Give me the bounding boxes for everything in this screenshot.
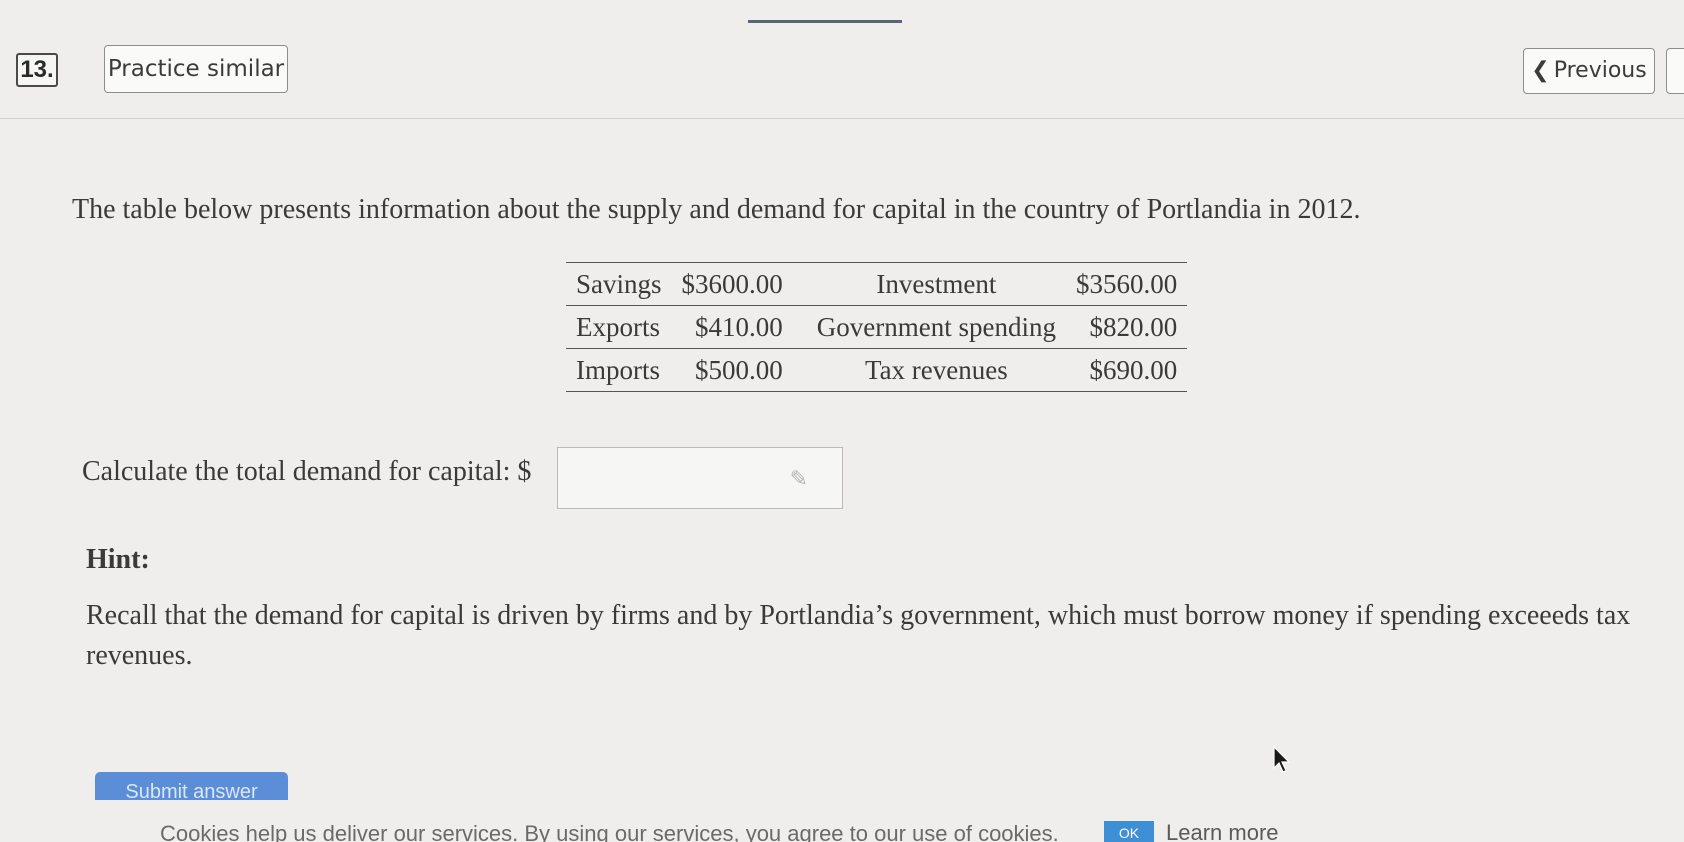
table-cell: $3560.00 [1075,268,1178,299]
top-divider [748,20,902,23]
previous-button[interactable]: ❮ Previous [1523,48,1655,94]
table-cell: $690.00 [1065,348,1188,392]
hint-title: Hint: [86,544,150,575]
capital-table: Savings $3600.00 Investment $3560.00 Exp… [566,262,1188,392]
mouse-cursor-icon [1273,746,1291,773]
table-cell: $500.00 [671,348,807,392]
next-button[interactable] [1666,48,1684,94]
table-cell: $3600.00 [681,268,783,299]
practice-similar-button[interactable]: Practice similar [104,45,288,93]
table-row: Exports $410.00 Government spending $820… [566,305,1188,349]
learn-more-link[interactable]: Learn more [1166,820,1279,842]
chevron-left-icon: ❮ [1531,58,1550,83]
question-prompt: Calculate the total demand for capital: … [82,456,532,487]
table-cell: Exports [566,305,672,349]
table-row: Savings $3600.00 Investment $3560.00 [566,263,1187,306]
cookie-text: Cookies help us deliver our services. By… [160,821,1059,842]
top-bar: 13. Practice similar ❮ Previous [0,0,1684,119]
pencil-icon: ✎ [789,466,808,491]
table-row: Imports $500.00 Tax revenues $690.00 [566,348,1188,392]
problem-intro: The table below presents information abo… [72,194,1361,225]
cookie-bar: Cookies help us deliver our services. By… [0,812,1684,842]
table-cell: Investment [876,268,997,299]
hint-text: Recall that the demand for capital is dr… [86,600,1631,671]
table-cell: $410.00 [671,305,807,349]
previous-label: Previous [1553,58,1647,83]
table-cell: Savings [576,268,662,299]
submit-answer-button[interactable]: Submit answer [95,772,288,800]
table-cell: Imports [566,348,672,392]
cookie-ok-button[interactable]: OK [1104,821,1154,842]
table-cell: $820.00 [1065,305,1188,349]
table-cell: Tax revenues [806,348,1066,392]
question-number: 13. [16,53,58,87]
table-cell: Government spending [806,305,1066,349]
answer-input[interactable]: ✎ [557,447,843,509]
